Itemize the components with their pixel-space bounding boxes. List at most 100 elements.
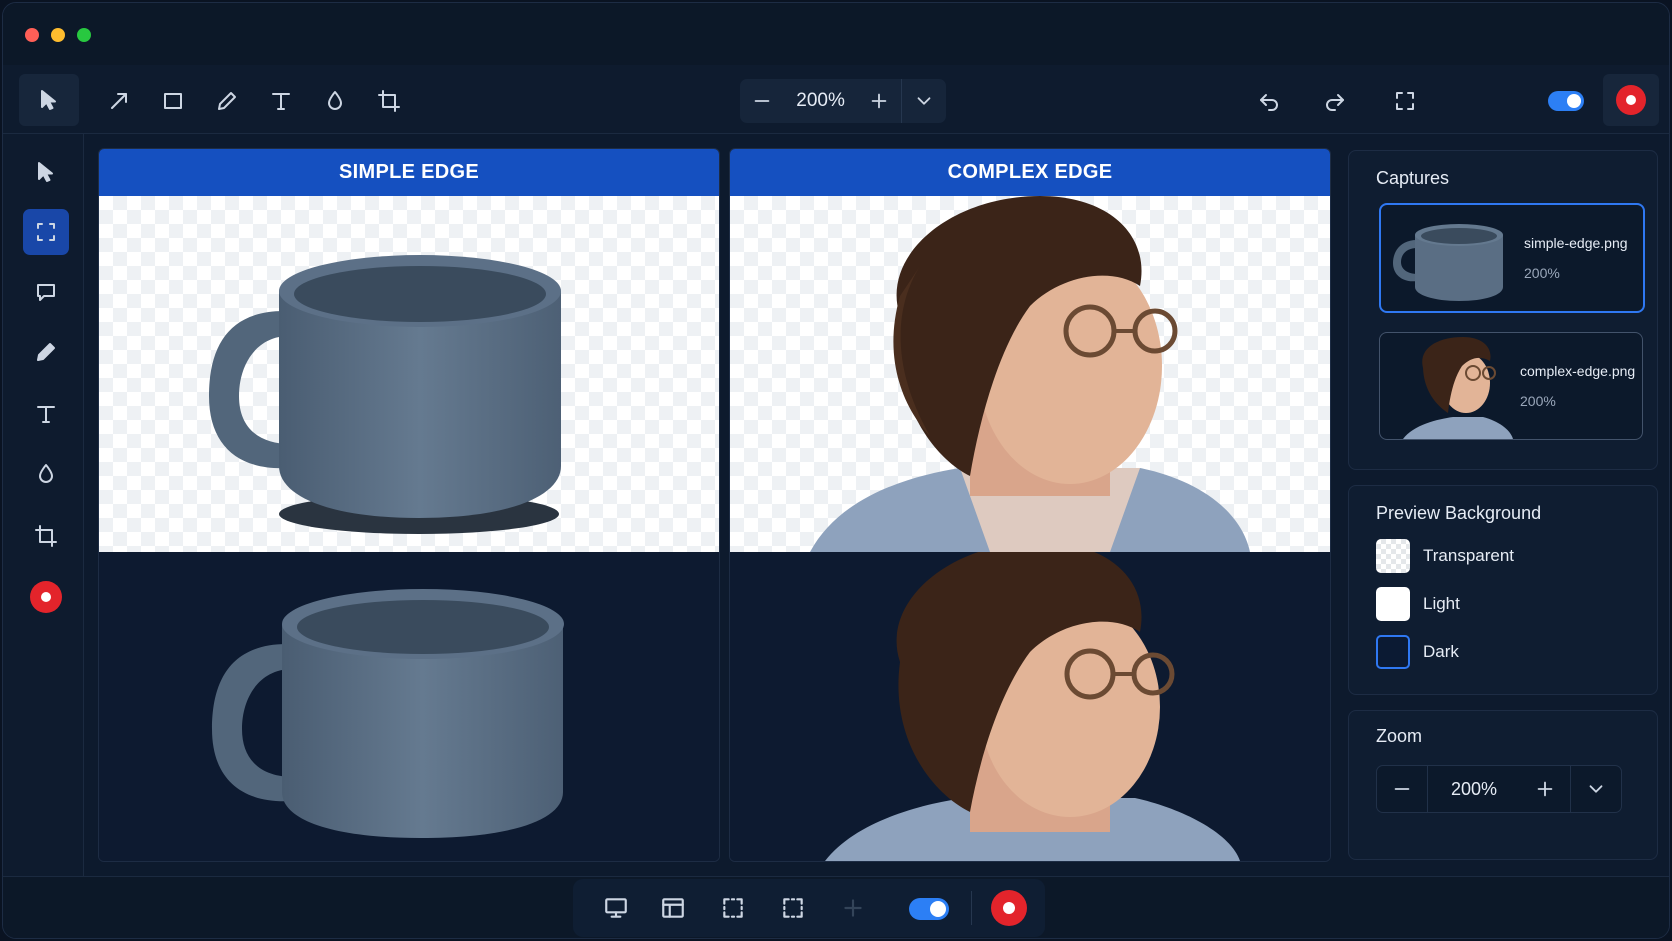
arrow-tool-button[interactable] — [103, 83, 135, 119]
bg-option-dark[interactable]: Dark — [1376, 634, 1459, 670]
crop-icon — [378, 90, 400, 112]
capture-window-button[interactable] — [659, 894, 687, 922]
sidebar-select-button[interactable] — [23, 149, 69, 195]
simple-edge-panel: SIMPLE EDGE — [98, 148, 720, 862]
dock-record-button[interactable] — [991, 890, 1027, 926]
sidebar-crop-button[interactable] — [23, 513, 69, 559]
dock-toggle[interactable] — [909, 898, 949, 920]
zoom-level: 200% — [796, 90, 845, 111]
redo-button[interactable] — [1317, 83, 1353, 119]
captures-title: Captures — [1376, 168, 1450, 188]
blur-tool-button[interactable] — [319, 83, 351, 119]
dark-preview — [99, 552, 719, 861]
mug-image — [212, 589, 564, 838]
capture-zoom: 200% — [1524, 265, 1560, 281]
text-tool-button[interactable] — [265, 83, 297, 119]
capture-dock — [573, 879, 1045, 937]
capture-zoom: 200% — [1520, 393, 1556, 409]
maximize-window-button[interactable] — [77, 28, 91, 42]
capture-filename: complex-edge.png — [1520, 363, 1636, 379]
cursor-icon — [38, 162, 53, 182]
transparent-preview — [99, 196, 719, 552]
record-dot-icon — [1003, 902, 1015, 914]
dashed-selection-icon — [723, 898, 743, 918]
speech-bubble-icon — [37, 284, 55, 301]
toggle-knob — [930, 901, 946, 917]
minus-icon — [754, 100, 770, 102]
chevron-down-icon — [917, 97, 931, 105]
select-tool-button[interactable] — [19, 74, 79, 126]
rectangle-icon — [164, 93, 182, 109]
droplet-icon — [328, 91, 342, 110]
fullscreen-button[interactable] — [1387, 83, 1423, 119]
toolbar-record-container — [1603, 74, 1659, 126]
capture-card-complex[interactable]: complex-edge.png 200% — [1379, 332, 1643, 440]
panel-zoom-control: 200% — [1376, 765, 1622, 813]
zoom-dropdown-button[interactable] — [902, 79, 946, 123]
mug-image — [209, 255, 561, 534]
capture-screen-button[interactable] — [602, 894, 630, 922]
bg-option-label: Dark — [1423, 642, 1459, 661]
portrait-image — [810, 196, 1250, 552]
sidebar-record-button[interactable] — [30, 581, 62, 613]
sidebar-region-select-button[interactable] — [23, 209, 69, 255]
captures-panel: Captures simple-edge.png 200% complex-ed… — [1348, 150, 1658, 470]
transparent-swatch — [1376, 539, 1410, 573]
bg-option-light[interactable]: Light — [1376, 586, 1460, 622]
close-window-button[interactable] — [25, 28, 39, 42]
record-dot-icon — [41, 592, 51, 602]
add-button — [839, 894, 867, 922]
zoom-out-button[interactable] — [740, 79, 784, 123]
capture-thumbnail — [1393, 224, 1503, 301]
sidebar-text-button[interactable] — [23, 391, 69, 437]
panel-zoom-in-button[interactable] — [1520, 766, 1570, 812]
panel-zoom-dropdown-button[interactable] — [1571, 766, 1621, 812]
record-dot-icon — [1626, 95, 1636, 105]
divider — [971, 891, 972, 925]
pencil-icon — [37, 343, 55, 361]
toolbar-toggle[interactable] — [1548, 91, 1584, 111]
text-icon — [272, 93, 290, 110]
text-icon — [37, 406, 55, 423]
toggle-knob — [1567, 94, 1581, 108]
capture-freeform-button[interactable] — [779, 894, 807, 922]
crop-tool-button[interactable] — [373, 83, 405, 119]
preview-background-title: Preview Background — [1376, 503, 1542, 523]
capture-region-button[interactable] — [719, 894, 747, 922]
sidebar-pen-button[interactable] — [23, 329, 69, 375]
pencil-icon — [218, 92, 236, 110]
light-swatch — [1376, 587, 1410, 621]
capture-card-simple[interactable]: simple-edge.png 200% — [1379, 203, 1645, 313]
crop-icon — [35, 525, 57, 547]
toolbar-zoom-control: 200% — [740, 79, 946, 123]
expand-icon — [1396, 92, 1414, 110]
minimize-window-button[interactable] — [51, 28, 65, 42]
bg-option-label: Light — [1423, 594, 1460, 613]
dark-swatch — [1376, 635, 1410, 669]
sidebar-blur-button[interactable] — [23, 451, 69, 497]
plus-icon — [844, 899, 862, 917]
panel-zoom-level: 200% — [1450, 778, 1498, 799]
dark-preview — [730, 542, 1330, 861]
sidebar-comment-button[interactable] — [23, 269, 69, 315]
undo-button[interactable] — [1251, 83, 1287, 119]
arrow-diagonal-icon — [111, 93, 127, 109]
bg-option-label: Transparent — [1423, 546, 1515, 565]
pen-tool-button[interactable] — [211, 83, 243, 119]
dashed-selection-icon — [783, 898, 803, 918]
panel-zoom-out-button[interactable] — [1377, 766, 1427, 812]
bg-option-transparent[interactable]: Transparent — [1376, 538, 1514, 574]
capture-filename: simple-edge.png — [1524, 235, 1628, 251]
redo-icon — [1326, 94, 1344, 111]
monitor-icon — [605, 898, 627, 918]
minus-icon — [1394, 788, 1410, 790]
undo-icon — [1260, 94, 1278, 111]
capture-thumbnail — [1403, 337, 1513, 439]
app-window: 200% SIMPLE EDGE COMPLEX EDGE Captures s… — [2, 2, 1670, 939]
portrait-image — [825, 542, 1240, 861]
rectangle-tool-button[interactable] — [157, 83, 189, 119]
zoom-in-button[interactable] — [857, 79, 901, 123]
record-button[interactable] — [1616, 85, 1646, 115]
chevron-down-icon — [1589, 785, 1603, 793]
complex-edge-panel: COMPLEX EDGE — [729, 148, 1331, 862]
